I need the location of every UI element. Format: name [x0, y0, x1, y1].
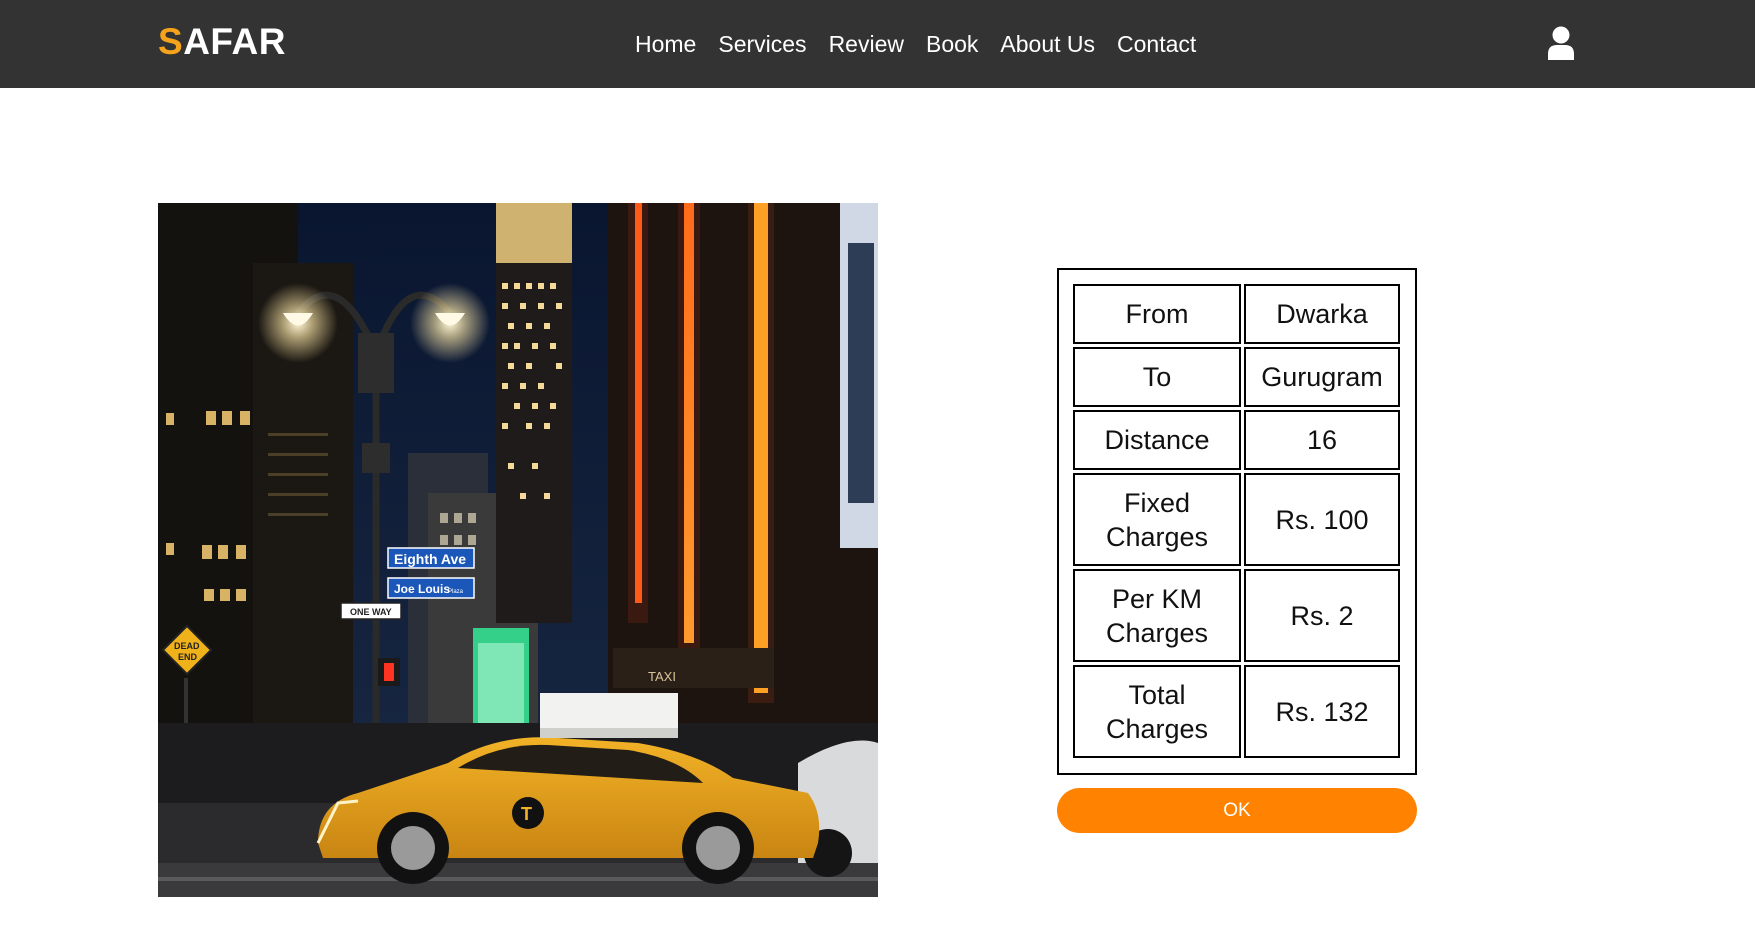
- nav-contact[interactable]: Contact: [1117, 29, 1196, 59]
- fare-label-line2: Charges: [1105, 713, 1209, 744]
- nav-services[interactable]: Services: [718, 29, 806, 59]
- street-sign-plaza: Plaza: [448, 589, 464, 595]
- fare-row-from: From Dwarka: [1073, 284, 1400, 344]
- street-sign-eighth-ave: Eighth Ave: [394, 551, 466, 567]
- brand-logo-rest: AFAR: [183, 21, 286, 62]
- fare-value: Gurugram: [1244, 347, 1400, 407]
- ok-button[interactable]: OK: [1057, 788, 1417, 833]
- fare-label-line1: Per KM: [1111, 583, 1203, 614]
- hero-image: TAXI Eighth Ave Joe Louis Plaza ONE WAY …: [158, 203, 878, 897]
- main-nav: Home Services Review Book About Us Conta…: [635, 29, 1196, 59]
- fare-row-per-km-charges: Per KM Charges Rs. 2: [1073, 569, 1400, 662]
- fare-label-line2: Charges: [1105, 521, 1209, 552]
- brand-logo[interactable]: SAFAR: [158, 20, 286, 64]
- fare-label-line2: Charges: [1105, 617, 1209, 648]
- nav-book[interactable]: Book: [926, 29, 978, 59]
- fare-label: Total Charges: [1073, 665, 1241, 758]
- fare-value: Dwarka: [1244, 284, 1400, 344]
- one-way-sign: ONE WAY: [350, 607, 392, 617]
- taxi-logo: T: [521, 804, 532, 824]
- fare-label-line1: Total: [1128, 679, 1186, 710]
- fare-label-line1: Fixed: [1123, 487, 1191, 518]
- nav-home[interactable]: Home: [635, 29, 696, 59]
- brand-logo-initial: S: [158, 21, 184, 62]
- user-icon[interactable]: [1546, 26, 1576, 60]
- nav-about-us[interactable]: About Us: [1000, 29, 1095, 59]
- fare-row-distance: Distance 16: [1073, 410, 1400, 470]
- navbar: SAFAR Home Services Review Book About Us…: [0, 0, 1755, 88]
- fare-value: 16: [1244, 410, 1400, 470]
- fare-row-total-charges: Total Charges Rs. 132: [1073, 665, 1400, 758]
- fare-value: Rs. 132: [1244, 665, 1400, 758]
- fare-row-fixed-charges: Fixed Charges Rs. 100: [1073, 473, 1400, 566]
- fare-label: Per KM Charges: [1073, 569, 1241, 662]
- fare-label: From: [1073, 284, 1241, 344]
- street-sign-joe-louis: Joe Louis: [394, 582, 450, 596]
- fare-value: Rs. 100: [1244, 473, 1400, 566]
- fare-row-to: To Gurugram: [1073, 347, 1400, 407]
- dead-end-sign-line1: DEAD: [174, 641, 200, 651]
- nav-review[interactable]: Review: [829, 29, 904, 59]
- fare-table: From Dwarka To Gurugram Distance 16 Fixe…: [1070, 281, 1403, 761]
- fare-label: Distance: [1073, 410, 1241, 470]
- fare-value: Rs. 2: [1244, 569, 1400, 662]
- fare-label: Fixed Charges: [1073, 473, 1241, 566]
- fare-label: To: [1073, 347, 1241, 407]
- dead-end-sign-line2: END: [178, 652, 198, 662]
- taxi-sign-text: TAXI: [648, 669, 676, 684]
- fare-summary-table: From Dwarka To Gurugram Distance 16 Fixe…: [1057, 268, 1417, 775]
